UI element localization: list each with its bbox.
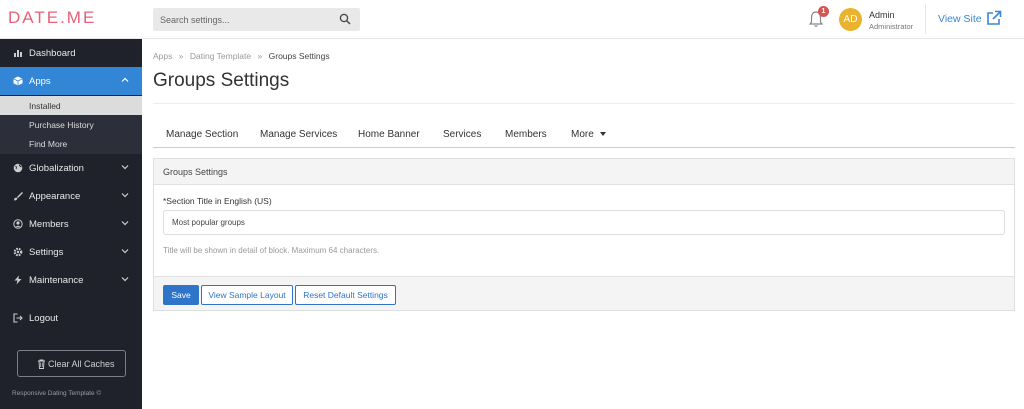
bolt-icon (14, 275, 22, 285)
apps-submenu: Installed Purchase History Find More (0, 96, 142, 154)
view-sample-layout-button[interactable]: View Sample Layout (201, 285, 293, 305)
groups-settings-panel: Groups Settings *Section Title in Englis… (153, 158, 1015, 311)
tab-manage-section[interactable]: Manage Section (166, 129, 238, 140)
panel-heading: Groups Settings (163, 167, 228, 177)
reset-default-settings-button[interactable]: Reset Default Settings (295, 285, 396, 305)
sidebar: Dashboard Apps Installed Purchase Histor… (0, 39, 142, 409)
submenu-item-purchase-history[interactable]: Purchase History (0, 115, 142, 134)
trash-icon (38, 359, 45, 369)
help-text: Title will be shown in detail of block. … (163, 246, 380, 255)
search-box (153, 8, 360, 31)
sidebar-item-label: Appearance (29, 191, 81, 202)
breadcrumb-item-current: Groups Settings (268, 51, 330, 61)
caret-down-icon (599, 132, 606, 137)
sidebar-item-label: Members (29, 219, 69, 230)
submenu-item-installed[interactable]: Installed (0, 96, 142, 115)
submenu-label: Installed (29, 101, 61, 111)
chevron-down-icon (121, 165, 129, 170)
submenu-label: Purchase History (29, 120, 94, 130)
sidebar-item-members[interactable]: Members (0, 210, 142, 238)
breadcrumb-item-dating-template[interactable]: Dating Template (190, 51, 251, 61)
globe-icon (13, 163, 23, 173)
divider (153, 103, 1015, 104)
sidebar-item-apps[interactable]: Apps (0, 67, 142, 95)
user-name[interactable]: Admin (869, 10, 895, 20)
sidebar-item-appearance[interactable]: Appearance (0, 182, 142, 210)
breadcrumb-item-apps[interactable]: Apps (153, 51, 172, 61)
search-input[interactable] (153, 8, 333, 31)
breadcrumb-separator-icon: » (257, 51, 263, 61)
chevron-down-icon (121, 277, 129, 282)
bar-chart-icon (14, 50, 22, 57)
sidebar-footer: Responsive Dating Template © (12, 390, 102, 397)
breadcrumb-separator-icon: » (178, 51, 184, 61)
search-icon[interactable] (339, 13, 351, 25)
user-circle-icon (13, 219, 23, 229)
sidebar-item-logout[interactable]: Logout (0, 304, 142, 332)
clear-all-caches-button[interactable]: Clear All Caches (17, 350, 126, 377)
clear-cache-label: Clear All Caches (48, 359, 115, 369)
tab-bar: Manage Section Manage Services Home Bann… (153, 122, 1015, 148)
tab-services[interactable]: Services (443, 129, 481, 140)
sidebar-item-settings[interactable]: Settings (0, 238, 142, 266)
tab-home-banner[interactable]: Home Banner (358, 129, 420, 140)
panel-header: Groups Settings (154, 159, 1014, 185)
chevron-down-icon (121, 221, 129, 226)
avatar[interactable]: AD (839, 8, 862, 31)
sidebar-item-label: Apps (29, 76, 51, 87)
submenu-item-find-more[interactable]: Find More (0, 134, 142, 153)
top-bar: DATE.ME 1 AD Admin Administrator View Si… (0, 0, 1024, 39)
chevron-up-icon (121, 77, 129, 82)
save-button[interactable]: Save (163, 285, 199, 305)
tab-members[interactable]: Members (505, 129, 547, 140)
cube-icon (13, 76, 23, 86)
panel-footer: Save View Sample Layout Reset Default Se… (154, 276, 1014, 310)
breadcrumb: Apps » Dating Template » Groups Settings (153, 51, 330, 61)
external-link-icon[interactable] (986, 10, 1002, 26)
sidebar-item-label: Dashboard (29, 48, 76, 59)
view-site-link[interactable]: View Site (938, 13, 982, 25)
tab-more-label: More (571, 129, 594, 140)
user-role: Administrator (869, 22, 914, 31)
submenu-label: Find More (29, 139, 68, 149)
sidebar-item-dashboard[interactable]: Dashboard (0, 39, 142, 67)
divider (925, 4, 926, 34)
sidebar-item-label: Logout (29, 313, 59, 324)
sidebar-item-globalization[interactable]: Globalization (0, 154, 142, 182)
brush-icon (14, 192, 23, 201)
tab-manage-services[interactable]: Manage Services (260, 129, 337, 140)
logo[interactable]: DATE.ME (8, 8, 96, 28)
chevron-down-icon (121, 193, 129, 198)
section-title-label: *Section Title in English (US) (163, 196, 272, 206)
sidebar-item-label: Settings (29, 247, 64, 258)
sidebar-item-label: Globalization (29, 163, 84, 174)
gear-icon (13, 247, 23, 257)
page-title: Groups Settings (153, 70, 290, 91)
logout-icon (13, 313, 23, 323)
sidebar-item-label: Maintenance (29, 275, 84, 286)
section-title-input[interactable] (163, 210, 1005, 235)
sidebar-item-maintenance[interactable]: Maintenance (0, 266, 142, 294)
chevron-down-icon (121, 249, 129, 254)
notification-badge: 1 (818, 6, 829, 17)
tab-more[interactable]: More (571, 129, 606, 140)
